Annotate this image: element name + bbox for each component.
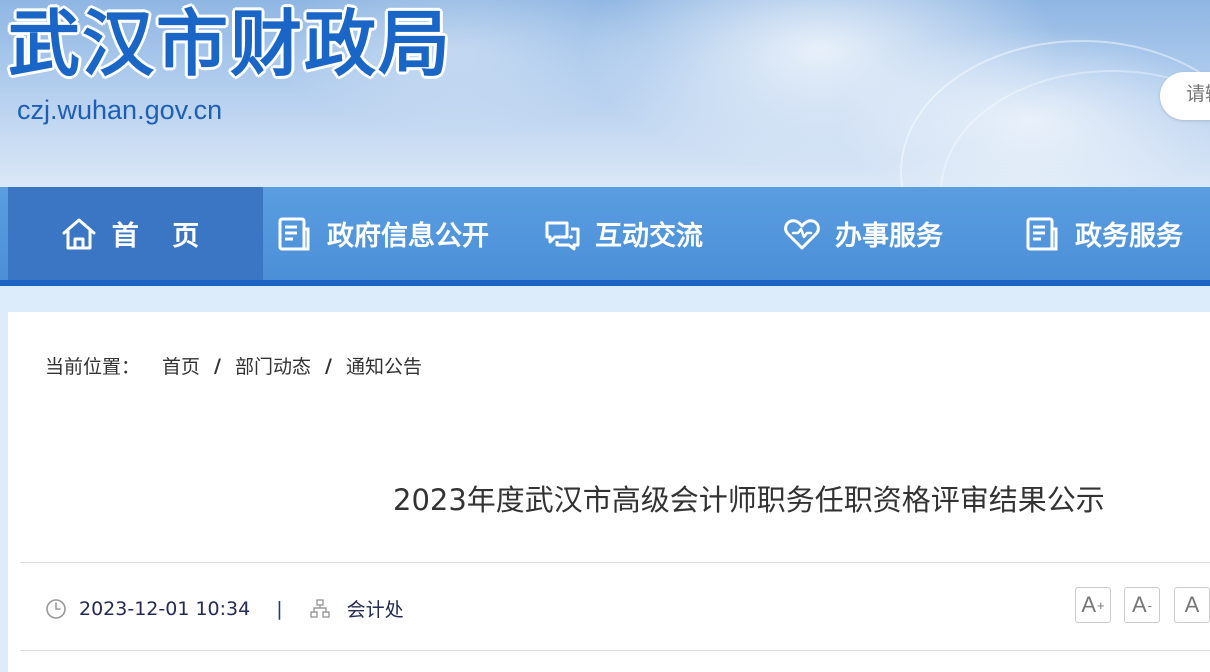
breadcrumb-separator: / [325, 354, 332, 377]
nav-bottom-bar [0, 280, 1210, 286]
breadcrumb-separator: / [214, 354, 221, 377]
nav-item-gov-services[interactable]: 政务服务 [1023, 187, 1183, 280]
search-box[interactable] [1160, 72, 1210, 120]
nav-item-label: 政府信息公开 [327, 221, 489, 252]
font-increase-button[interactable]: A + [1075, 587, 1111, 623]
divider [20, 562, 1210, 563]
font-decrease-label: A [1131, 592, 1147, 617]
breadcrumb-home[interactable]: 首页 [162, 352, 200, 379]
site-logo-title[interactable]: 武汉市财政局 [8, 8, 452, 80]
article-meta: 2023-12-01 10:34 | 会计处 [45, 595, 404, 622]
header-banner: 武汉市财政局 czj.wuhan.gov.cn [0, 0, 1210, 187]
breadcrumb: 当前位置： 首页 / 部门动态 / 通知公告 [45, 352, 422, 379]
nav-item-label: 互动交流 [595, 221, 703, 252]
article-datetime: 2023-12-01 10:34 [79, 597, 251, 620]
breadcrumb-dept-news[interactable]: 部门动态 [235, 352, 311, 379]
nav-item-gov-info[interactable]: 政府信息公开 [275, 187, 489, 280]
breadcrumb-notices[interactable]: 通知公告 [346, 352, 422, 379]
nav-item-home[interactable]: 首 页 [8, 187, 263, 280]
breadcrumb-prefix: 当前位置： [45, 356, 141, 378]
document-icon [278, 217, 310, 250]
font-increase-mark: + [1097, 597, 1105, 613]
chat-icon [545, 221, 580, 250]
nav-item-interaction[interactable]: 互动交流 [543, 187, 703, 280]
nav-item-label: 办事服务 [835, 221, 943, 252]
content-card: 当前位置： 首页 / 部门动态 / 通知公告 2023年度武汉市高级会计师职务任… [8, 312, 1210, 672]
font-reset-button[interactable]: A [1174, 587, 1210, 623]
clock-icon [46, 598, 66, 619]
nav-item-services[interactable]: 办事服务 [783, 187, 943, 280]
main-nav: 首 页 政府信息公开 互动交流 办事服务 政务服务 [0, 187, 1210, 280]
font-reset-label: A [1184, 592, 1200, 617]
site-logo-url[interactable]: czj.wuhan.gov.cn [17, 95, 222, 126]
search-input[interactable] [1184, 82, 1210, 106]
meta-divider: | [276, 597, 283, 620]
org-chart-icon [309, 598, 330, 618]
font-increase-label: A [1081, 592, 1097, 617]
font-decrease-button[interactable]: A- [1124, 587, 1160, 623]
nav-item-label: 政务服务 [1075, 221, 1183, 252]
home-icon [62, 218, 96, 249]
document-icon [1026, 217, 1058, 250]
font-decrease-mark: - [1147, 597, 1153, 613]
heart-icon [784, 218, 820, 249]
nav-item-label: 首 页 [111, 221, 212, 252]
divider [20, 650, 1210, 651]
article-department: 会计处 [346, 599, 404, 621]
article-title: 2023年度武汉市高级会计师职务任职资格评审结果公示 [393, 483, 1105, 517]
